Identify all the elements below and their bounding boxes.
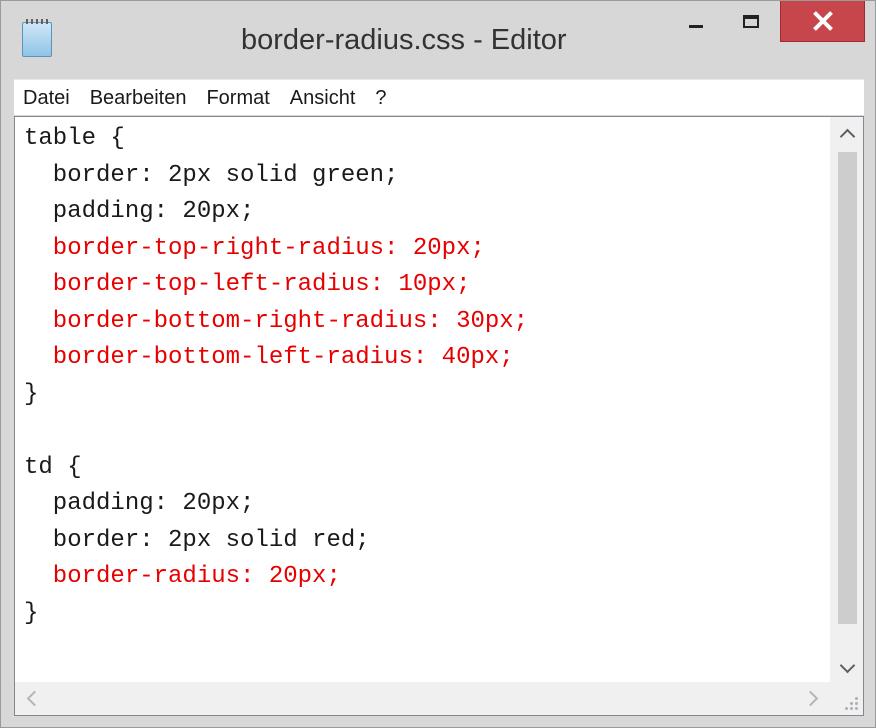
code-line[interactable]: table { [24, 121, 824, 158]
menu-format[interactable]: Format [196, 80, 279, 116]
grip-dots-icon [844, 696, 858, 710]
minimize-icon [689, 25, 703, 28]
chevron-left-icon [26, 690, 43, 707]
vertical-scroll-thumb[interactable] [838, 152, 857, 624]
code-line[interactable]: } [24, 596, 824, 633]
close-icon [813, 11, 833, 31]
code-line[interactable]: padding: 20px; [24, 486, 824, 523]
code-line[interactable]: td { [24, 450, 824, 487]
close-button[interactable] [780, 1, 865, 42]
code-line[interactable]: border-top-left-radius: 10px; [24, 267, 824, 304]
notepad-icon[interactable] [22, 19, 52, 57]
maximize-button[interactable] [725, 1, 777, 44]
menu-help[interactable]: ? [365, 80, 396, 116]
code-line[interactable]: } [24, 377, 824, 414]
title-bar[interactable]: border-radius.css - Editor [1, 1, 875, 79]
text-editor-area[interactable]: table { border: 2px solid green; padding… [14, 116, 864, 716]
code-line[interactable]: border-top-right-radius: 20px; [24, 231, 824, 268]
scroll-right-button[interactable] [797, 682, 830, 715]
code-text[interactable]: table { border: 2px solid green; padding… [24, 121, 824, 681]
code-line[interactable]: border: 2px solid green; [24, 158, 824, 195]
menu-datei[interactable]: Datei [14, 80, 80, 116]
menu-bearbeiten[interactable]: Bearbeiten [80, 80, 197, 116]
menu-ansicht[interactable]: Ansicht [280, 80, 366, 116]
maximize-icon [743, 15, 759, 28]
code-line[interactable]: border-bottom-left-radius: 40px; [24, 340, 824, 377]
window-title: border-radius.css - Editor [241, 24, 567, 56]
minimize-button[interactable] [670, 1, 722, 44]
resize-grip[interactable] [830, 682, 863, 715]
chevron-down-icon [839, 657, 856, 674]
chevron-right-icon [802, 690, 819, 707]
vertical-scrollbar[interactable] [830, 117, 863, 685]
code-line[interactable]: padding: 20px; [24, 194, 824, 231]
code-line[interactable]: border-radius: 20px; [24, 559, 824, 596]
chevron-up-icon [839, 128, 856, 145]
scroll-left-button[interactable] [15, 682, 48, 715]
scroll-up-button[interactable] [831, 117, 864, 150]
code-line[interactable] [24, 413, 824, 450]
horizontal-scrollbar[interactable] [15, 682, 830, 715]
menu-bar: Datei Bearbeiten Format Ansicht ? [14, 79, 864, 115]
editor-window: border-radius.css - Editor Datei Bearbei… [0, 0, 876, 728]
scroll-down-button[interactable] [831, 652, 864, 685]
code-line[interactable]: border: 2px solid red; [24, 523, 824, 560]
code-line[interactable]: border-bottom-right-radius: 30px; [24, 304, 824, 341]
